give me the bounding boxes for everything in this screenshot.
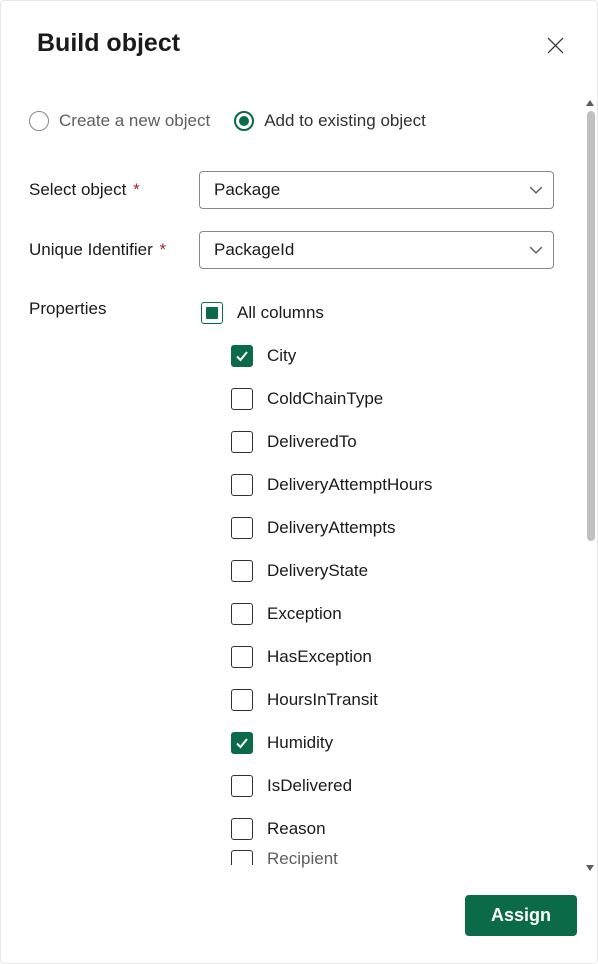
- required-asterisk: *: [155, 240, 166, 259]
- select-object-dropdown[interactable]: Package: [199, 171, 554, 209]
- property-label: DeliveryState: [267, 561, 368, 581]
- unique-id-value: PackageId: [214, 240, 294, 260]
- property-checkbox[interactable]: [231, 775, 253, 797]
- triangle-down-icon: [585, 863, 595, 873]
- property-checkbox[interactable]: [231, 818, 253, 840]
- radio-add-existing[interactable]: Add to existing object: [234, 111, 426, 131]
- select-object-value: Package: [214, 180, 280, 200]
- close-icon: [547, 37, 564, 54]
- scrollbar-thumb[interactable]: [587, 111, 595, 541]
- scroll-up-button[interactable]: [582, 94, 597, 111]
- radio-icon: [29, 111, 49, 131]
- dialog-title: Build object: [37, 29, 180, 58]
- radio-create-new[interactable]: Create a new object: [29, 111, 210, 131]
- checkmark-icon: [235, 736, 249, 750]
- property-label: DeliveredTo: [267, 432, 357, 452]
- radio-icon-selected: [234, 111, 254, 131]
- scrollbar-track[interactable]: [582, 111, 597, 859]
- unique-id-label: Unique Identifier *: [29, 240, 199, 260]
- property-label: IsDelivered: [267, 776, 352, 796]
- property-label: HoursInTransit: [267, 690, 378, 710]
- indeterminate-icon: [206, 307, 218, 319]
- property-checkbox[interactable]: [231, 732, 253, 754]
- assign-button[interactable]: Assign: [465, 895, 577, 936]
- vertical-scrollbar[interactable]: [582, 94, 597, 876]
- checkmark-icon: [235, 349, 249, 363]
- property-checkbox[interactable]: [231, 560, 253, 582]
- property-checkbox-cut[interactable]: [231, 850, 253, 865]
- property-label: Exception: [267, 604, 342, 624]
- property-label: HasException: [267, 647, 372, 667]
- unique-id-dropdown[interactable]: PackageId: [199, 231, 554, 269]
- close-button[interactable]: [543, 33, 567, 57]
- property-checkbox[interactable]: [231, 689, 253, 711]
- radio-add-label: Add to existing object: [264, 111, 426, 131]
- chevron-down-icon: [529, 183, 543, 197]
- properties-label: Properties: [29, 291, 199, 319]
- properties-list: All columns City ColdChainType DeliveredTo…: [199, 291, 554, 872]
- all-columns-checkbox[interactable]: [201, 302, 223, 324]
- triangle-up-icon: [585, 98, 595, 108]
- property-label: Humidity: [267, 733, 333, 753]
- select-object-label: Select object *: [29, 180, 199, 200]
- property-label: ColdChainType: [267, 389, 383, 409]
- property-checkbox[interactable]: [231, 388, 253, 410]
- property-label: DeliveryAttemptHours: [267, 475, 432, 495]
- required-asterisk: *: [128, 180, 139, 199]
- property-label: Recipient: [267, 850, 338, 868]
- all-columns-label: All columns: [237, 303, 324, 323]
- property-checkbox[interactable]: [231, 474, 253, 496]
- property-checkbox[interactable]: [231, 646, 253, 668]
- chevron-down-icon: [529, 243, 543, 257]
- property-checkbox[interactable]: [231, 431, 253, 453]
- property-checkbox[interactable]: [231, 345, 253, 367]
- radio-create-label: Create a new object: [59, 111, 210, 131]
- mode-radio-group: Create a new object Add to existing obje…: [29, 111, 554, 131]
- property-checkbox[interactable]: [231, 603, 253, 625]
- property-label: Reason: [267, 819, 326, 839]
- property-label: City: [267, 346, 296, 366]
- property-checkbox[interactable]: [231, 517, 253, 539]
- scroll-down-button[interactable]: [582, 859, 597, 876]
- property-label: DeliveryAttempts: [267, 518, 395, 538]
